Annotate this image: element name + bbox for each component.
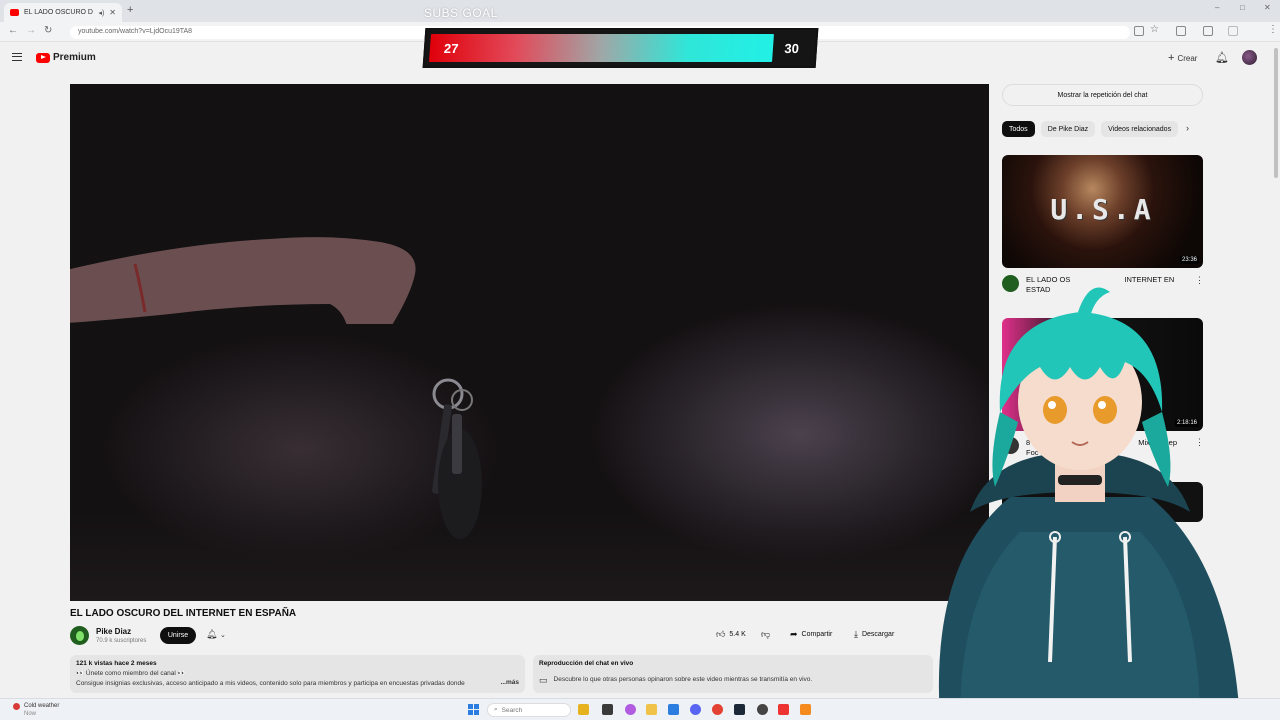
thumbs-up-icon: 👍︎ <box>716 629 726 639</box>
sidebar-icon[interactable] <box>1203 26 1213 36</box>
car-keys-image <box>432 378 482 539</box>
show-more-link[interactable]: ...más <box>501 678 519 688</box>
show-chat-replay-button[interactable]: Mostrar la repetición del chat <box>1002 84 1203 106</box>
weather-subtext: Now <box>24 711 37 717</box>
subs-goal-title: SUBS GOAL <box>424 6 498 20</box>
video-player[interactable] <box>70 84 989 601</box>
subscriber-count: 70.9 k suscriptores <box>96 638 147 644</box>
minimize-icon[interactable]: – <box>1215 3 1219 12</box>
bookmark-star-icon[interactable]: ☆ <box>1150 24 1159 35</box>
plus-icon: + <box>1168 52 1175 64</box>
join-button[interactable]: Unirse <box>160 627 196 644</box>
scrollbar-thumb[interactable] <box>1274 48 1278 178</box>
chat-replay-title: Reproducción del chat en vivo <box>539 660 634 667</box>
forward-icon[interactable]: → <box>26 25 36 36</box>
new-tab-icon[interactable]: + <box>127 4 133 16</box>
app-icon-discord[interactable] <box>690 704 701 715</box>
browser-tabbar: EL LADO OSCURO DEL INTE ◂) ✕ + – □ ✕ <box>0 0 1280 22</box>
app-icon-chrome[interactable] <box>712 704 723 715</box>
description-line-2: Consigue insignias exclusivas, acceso an… <box>76 680 465 687</box>
app-icon-steam[interactable] <box>734 704 745 715</box>
description-line-1: 👀 Únete como miembro del canal 👀 <box>76 670 186 677</box>
subs-goal-target: 30 <box>783 41 800 56</box>
browser-tab[interactable]: EL LADO OSCURO DEL INTE ◂) ✕ <box>4 3 122 22</box>
maximize-icon[interactable]: □ <box>1240 3 1245 12</box>
create-label: Crear <box>1177 53 1198 63</box>
view-count-date: 121 k vistas hace 2 meses <box>76 660 157 667</box>
windows-taskbar: Cold weather Now ⌕ Search <box>0 698 1280 720</box>
account-avatar[interactable] <box>1242 50 1257 65</box>
app-icon-edge[interactable] <box>668 704 679 715</box>
youtube-logo[interactable]: Premium <box>36 52 96 63</box>
chat-replay-description: Descubre lo que otras personas opinaron … <box>553 676 813 683</box>
youtube-play-icon <box>36 52 50 63</box>
hand-image <box>70 237 416 324</box>
subs-goal-bar: 27 30 <box>422 28 819 68</box>
app-icon-copilot[interactable] <box>578 704 589 715</box>
description-box[interactable]: 121 k vistas hace 2 meses 👀 Únete como m… <box>70 655 525 693</box>
tab-close-icon[interactable]: ✕ <box>109 8 116 17</box>
puzzle-extensions-icon[interactable] <box>1176 26 1186 36</box>
channel-avatar[interactable] <box>70 626 89 645</box>
weather-widget[interactable]: Cold weather Now <box>13 702 60 718</box>
hamburger-menu-icon[interactable] <box>12 53 22 61</box>
taskbar-search[interactable]: ⌕ Search <box>487 703 571 717</box>
chevron-down-icon[interactable]: ⌄ <box>220 632 226 639</box>
chat-replay-box[interactable]: Reproducción del chat en vivo ▭ Descubre… <box>533 655 933 693</box>
menu-kebab-icon[interactable]: ⋮ <box>1268 24 1278 35</box>
app-icon-app3[interactable] <box>625 704 636 715</box>
share-icon: ➦ <box>790 629 798 639</box>
subscription-bell-icon[interactable]: 🔔︎ ⌄ <box>206 629 226 640</box>
chip-todos[interactable]: Todos <box>1002 121 1035 137</box>
download-icon: ⤓ <box>854 629 858 639</box>
thumbs-down-icon: 👎︎ <box>761 629 771 639</box>
chat-icon: ▭ <box>539 675 548 685</box>
back-icon[interactable]: ← <box>8 25 18 36</box>
video-title: EL LADO OSCURO DEL INTERNET EN ESPAÑA <box>70 608 297 619</box>
extension-icon[interactable] <box>1134 26 1144 36</box>
app-icon-taskview[interactable] <box>602 704 613 715</box>
chip-related[interactable]: Videos relacionados <box>1101 121 1179 137</box>
tab-title: EL LADO OSCURO DEL INTE <box>24 9 93 16</box>
notifications-bell-icon[interactable]: 🔔︎ <box>1215 51 1229 64</box>
subs-goal-current: 27 <box>443 41 459 56</box>
youtube-favicon-icon <box>10 9 19 16</box>
windows-start-icon[interactable] <box>468 704 479 715</box>
search-icon: ⌕ <box>494 706 498 713</box>
video-ground <box>70 511 989 601</box>
downloads-icon[interactable] <box>1228 26 1238 36</box>
app-icon-obs[interactable] <box>757 704 768 715</box>
dislike-button[interactable]: 👎︎ <box>761 629 770 640</box>
app-icon-file-explorer[interactable] <box>646 704 657 715</box>
close-window-icon[interactable]: ✕ <box>1264 3 1271 12</box>
reload-icon[interactable]: ↻ <box>44 25 52 36</box>
related-video-thumbnail[interactable]: U.S.A 23:36 <box>1002 155 1203 268</box>
app-icon-app10[interactable] <box>778 704 789 715</box>
like-count: 5.4 K <box>729 631 746 638</box>
thumbnail-text: U.S.A <box>1050 193 1155 226</box>
download-label: Descargar <box>861 631 895 638</box>
channel-name[interactable]: Pike Diaz <box>96 627 131 636</box>
brand-label: Premium <box>53 52 96 63</box>
chevron-right-icon[interactable]: › <box>1186 123 1189 133</box>
download-button[interactable]: ⤓ Descargar <box>854 629 894 640</box>
create-button[interactable]: + Crear <box>1168 52 1197 64</box>
like-button[interactable]: 👍︎ 5.4 K <box>716 629 746 640</box>
share-label: Compartir <box>801 631 833 638</box>
filter-chips: Todos De Pike Diaz Videos relacionados <box>1002 121 1179 137</box>
chip-channel[interactable]: De Pike Diaz <box>1040 121 1096 137</box>
app-icon-app11[interactable] <box>800 704 811 715</box>
vtuber-avatar-image <box>938 287 1240 720</box>
search-placeholder: Search <box>501 706 523 714</box>
subs-goal-fill <box>429 34 774 62</box>
weather-alert-icon <box>13 703 20 710</box>
share-button[interactable]: ➦ Compartir <box>790 629 832 640</box>
weather-text: Cold weather <box>24 703 60 709</box>
tab-audio-icon[interactable]: ◂) <box>98 9 104 17</box>
